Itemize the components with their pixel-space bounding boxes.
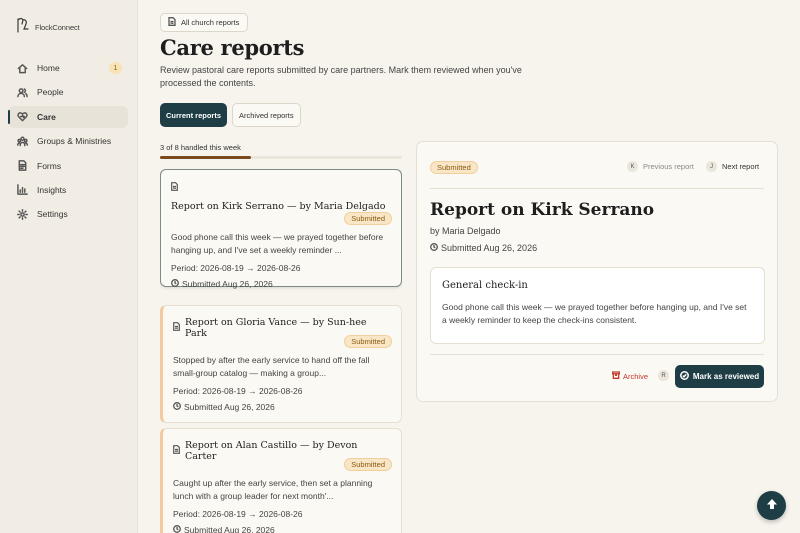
progress-bar — [160, 156, 402, 159]
home-icon — [16, 62, 28, 74]
submitted-date: Submitted Aug 26, 2026 — [182, 279, 273, 289]
next-report-button[interactable]: J Next report — [706, 161, 759, 172]
breadcrumb-label: All church reports — [181, 18, 240, 27]
flock-icon — [766, 497, 778, 515]
flockconnect-logo-icon — [16, 16, 32, 39]
sidebar-item-label: Groups & Ministries — [37, 136, 112, 147]
groups-icon — [16, 135, 28, 147]
archive-icon — [612, 371, 620, 381]
check-circle-icon — [679, 371, 689, 382]
brand[interactable]: FlockConnect — [16, 16, 80, 39]
next-report-label: Next report — [722, 162, 760, 171]
report-card-title: Report on Kirk Serrano — by Maria Delgad… — [171, 201, 386, 212]
report-card-period: Period: 2026-08-19 → 2026-08-26 — [171, 263, 301, 273]
document-icon — [168, 17, 176, 28]
report-card-excerpt: Caught up after the early service, then … — [173, 478, 373, 501]
mark-as-reviewed-label: Mark as reviewed — [692, 372, 760, 381]
sidebar: FlockConnect Home 1 People Care Groups &… — [0, 0, 138, 533]
progress-label: 3 of 8 handled this week — [160, 143, 241, 152]
section-title: General check-in — [442, 280, 528, 291]
all-reports-breadcrumb[interactable]: All church reports — [160, 13, 249, 32]
sidebar-item-label: Home — [37, 63, 60, 73]
document-icon — [173, 322, 180, 334]
people-icon — [16, 86, 28, 98]
sidebar-item-home[interactable]: Home 1 — [8, 57, 128, 79]
report-card[interactable]: Report on Alan Castillo — by Devon Carte… — [160, 428, 402, 533]
submitted-date: Submitted Aug 26, 2026 — [441, 243, 538, 253]
sidebar-item-label: Forms — [37, 160, 62, 171]
report-card-period: Period: 2026-08-19 → 2026-08-26 — [173, 386, 303, 396]
brand-name: FlockConnect — [35, 23, 80, 32]
shortcut-key: K — [627, 161, 638, 172]
sidebar-nav: Home 1 People Care Groups & Ministries F… — [8, 57, 128, 228]
report-tabs: Current reports Archived reports — [160, 103, 301, 127]
archive-button[interactable]: Archive — [612, 371, 648, 381]
clock-icon — [171, 279, 179, 289]
sidebar-item-label: People — [37, 87, 64, 98]
page-description: Review pastoral care reports submitted b… — [160, 65, 522, 88]
sidebar-item-people[interactable]: People — [8, 81, 128, 103]
previous-report-button[interactable]: K Previous report — [627, 161, 694, 172]
sidebar-item-groups[interactable]: Groups & Ministries — [8, 130, 128, 152]
progress-bar-fill — [160, 156, 251, 159]
report-card-excerpt: Good phone call this week — we prayed to… — [171, 232, 384, 255]
page-title: Care reports — [160, 35, 305, 60]
section-body: Good phone call this week — we prayed to… — [442, 302, 747, 325]
report-card-submitted: Submitted Aug 26, 2026 — [173, 402, 275, 412]
check-in-section: General check-in Good phone call this we… — [430, 267, 765, 344]
report-author: by Maria Delgado — [430, 226, 501, 236]
gear-icon — [16, 208, 28, 220]
report-title: Report on Kirk Serrano — [430, 200, 655, 220]
report-submitted: Submitted Aug 26, 2026 — [430, 243, 537, 253]
shortcut-key: J — [706, 161, 717, 172]
forms-icon — [16, 160, 28, 172]
status-badge: Submitted — [344, 335, 392, 348]
report-card-period: Period: 2026-08-19 → 2026-08-26 — [173, 509, 303, 519]
sidebar-item-label: Care — [37, 111, 56, 122]
tab-current-reports[interactable]: Current reports — [160, 103, 228, 127]
divider — [430, 188, 764, 189]
heart-icon — [16, 111, 28, 123]
clock-icon — [430, 243, 438, 253]
document-icon — [173, 445, 180, 457]
sidebar-item-settings[interactable]: Settings — [8, 203, 128, 225]
sidebar-item-care[interactable]: Care — [8, 105, 128, 128]
status-badge: Submitted — [344, 212, 392, 225]
notification-badge: 1 — [109, 62, 122, 74]
report-card[interactable]: Report on Kirk Serrano — by Maria Delgad… — [160, 169, 402, 289]
sidebar-item-forms[interactable]: Forms — [8, 155, 128, 177]
status-badge: Submitted — [430, 161, 478, 174]
shortcut-key: R — [658, 370, 669, 381]
report-card[interactable]: Report on Gloria Vance — by Sun-hee Park… — [160, 305, 402, 423]
report-detail-panel: Submitted K Previous report J Next repor… — [416, 141, 778, 402]
clock-icon — [173, 402, 181, 412]
previous-report-label: Previous report — [643, 162, 694, 171]
sidebar-item-label: Settings — [37, 209, 68, 220]
document-icon — [171, 178, 391, 196]
report-list: Report on Kirk Serrano — by Maria Delgad… — [160, 169, 402, 533]
sidebar-item-insights[interactable]: Insights — [8, 179, 128, 201]
mark-as-reviewed-button[interactable]: Mark as reviewed — [675, 365, 764, 388]
tab-archived-reports[interactable]: Archived reports — [232, 103, 301, 127]
submitted-date: Submitted Aug 26, 2026 — [184, 402, 275, 412]
clock-icon — [173, 525, 181, 533]
status-badge: Submitted — [344, 458, 392, 471]
floating-action-button[interactable] — [757, 491, 786, 520]
submitted-date: Submitted Aug 26, 2026 — [184, 525, 275, 533]
archive-label: Archive — [623, 371, 649, 381]
report-card-submitted: Submitted Aug 26, 2026 — [171, 279, 273, 289]
chart-icon — [16, 184, 28, 196]
sidebar-item-label: Insights — [37, 184, 67, 195]
divider — [430, 354, 764, 355]
report-card-submitted: Submitted Aug 26, 2026 — [173, 525, 275, 533]
report-card-excerpt: Stopped by after the early service to ha… — [173, 355, 370, 378]
